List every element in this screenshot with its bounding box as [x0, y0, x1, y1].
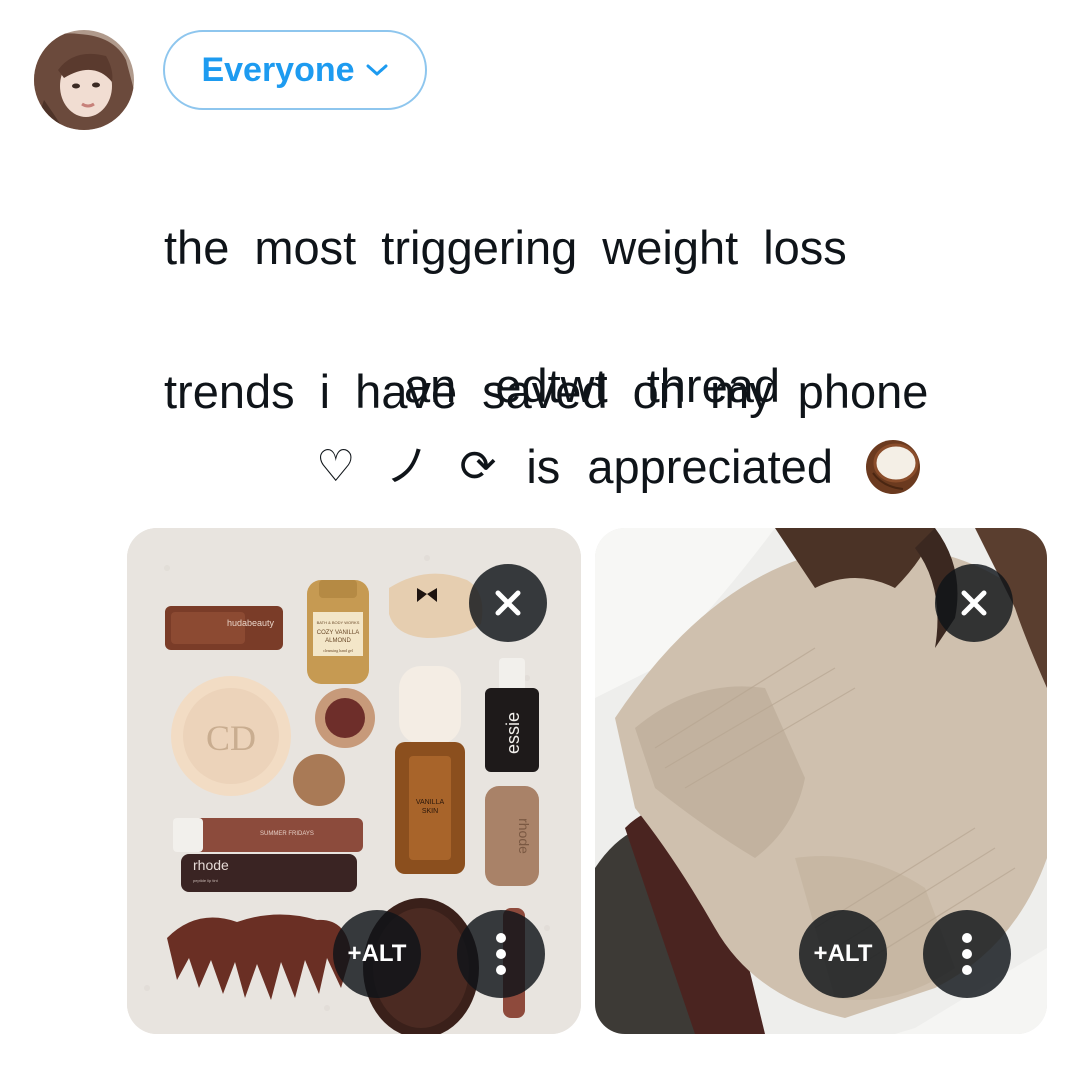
tweet-thread-line: an edtwt thread [404, 359, 780, 412]
cta-text: is appreciated [526, 440, 833, 493]
remove-media-button[interactable] [935, 564, 1013, 642]
chevron-down-icon [365, 62, 389, 78]
rhode-can-label: rhode [516, 818, 532, 854]
rhode-tube-label: rhode [193, 857, 229, 873]
audience-selector-button[interactable]: Everyone [163, 30, 427, 110]
close-icon [495, 590, 521, 616]
avatar-photo [34, 30, 134, 130]
sanitizer-line2: ALMOND [325, 638, 351, 644]
add-alt-text-button[interactable]: +ALT [799, 910, 887, 998]
add-alt-text-button[interactable]: +ALT [333, 910, 421, 998]
tweet-text-line: the most triggering weight loss [164, 221, 847, 274]
vanilla-line1: VANILLA [416, 799, 445, 806]
vanilla-line2: SKIN [422, 808, 438, 815]
retweet-icon: ⟳ [459, 442, 497, 491]
heart-icon: ♡ [316, 442, 356, 491]
remove-media-button[interactable] [469, 564, 547, 642]
media-options-button[interactable] [923, 910, 1011, 998]
more-vertical-icon [496, 933, 506, 975]
huda-label: hudabeauty [227, 618, 275, 628]
sanitizer-sub: cleansing hand gel [323, 648, 354, 653]
tweet-cta-line: ♡ ノ ⟳ is appreciated [316, 437, 923, 497]
rhode-tube-sub: peptide lip tint [193, 878, 219, 883]
dior-label: CD [206, 718, 256, 758]
more-vertical-icon [962, 933, 972, 975]
summer-fridays-label: SUMMER FRIDAYS [260, 831, 314, 837]
close-icon [961, 590, 987, 616]
media-options-button[interactable] [457, 910, 545, 998]
sanitizer-line1: COZY VANILLA [317, 630, 359, 636]
media-attachment-2[interactable]: +ALT [595, 528, 1047, 1034]
coconut-emoji-icon [863, 437, 923, 497]
essie-label: essie [503, 712, 523, 754]
audience-label: Everyone [201, 50, 355, 89]
user-avatar[interactable] [34, 30, 134, 130]
slash-glyph: ノ [385, 442, 430, 491]
media-attachment-1[interactable]: hudabeauty BATH & BODY WORKS COZY VANILL… [127, 528, 581, 1034]
sanitizer-brand: BATH & BODY WORKS [317, 620, 360, 625]
